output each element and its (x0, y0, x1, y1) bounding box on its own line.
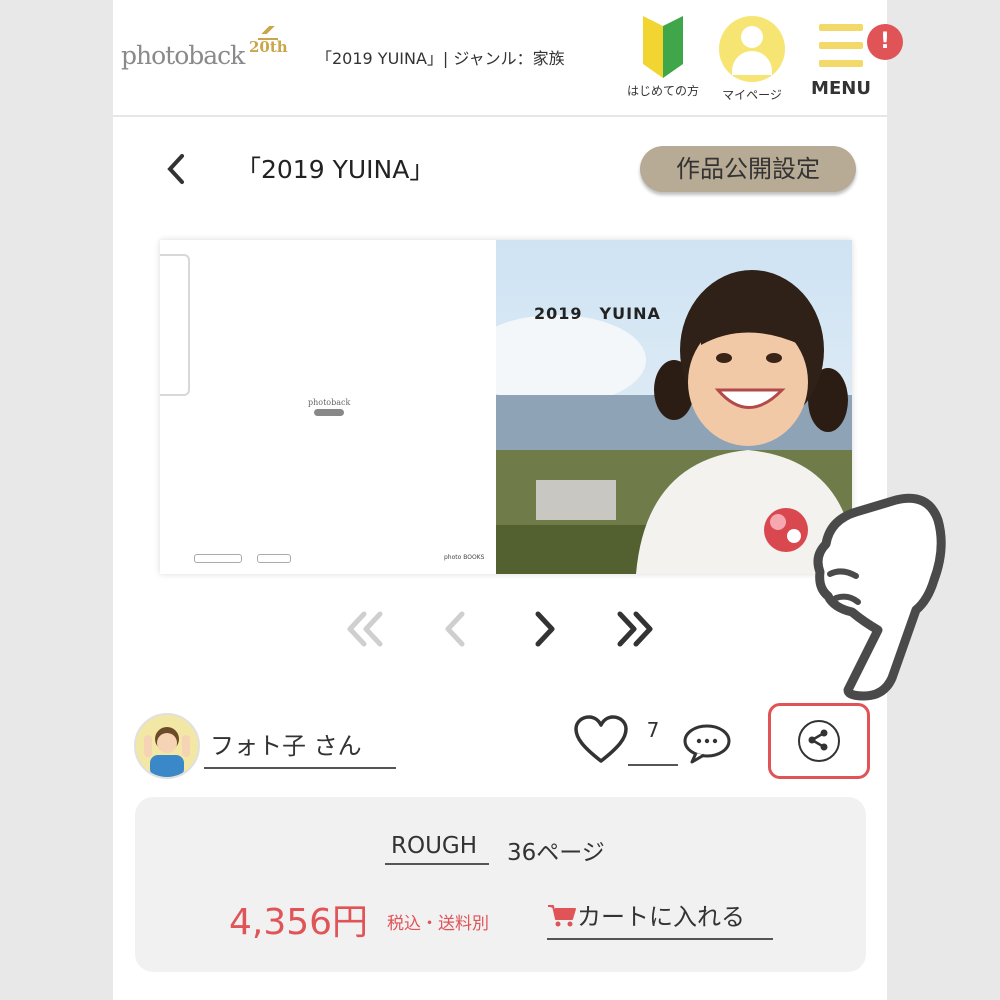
menu-button[interactable]: ! MENU (796, 10, 903, 99)
last-page-button[interactable] (610, 606, 660, 652)
back-cover-logo: photoback (308, 398, 350, 416)
user-avatar[interactable] (134, 713, 200, 779)
cover-title: 2019 YUINA (534, 304, 661, 323)
chevron-left-icon (445, 611, 465, 647)
back-cover-text: photo BOOKS (444, 554, 485, 561)
cart-icon (548, 905, 576, 927)
cart-label: カートに入れる (577, 903, 745, 931)
anniversary-text: 20th (248, 38, 288, 56)
photobook-preview[interactable]: photoback photo BOOKS 2019 YUINA (160, 240, 852, 574)
mypage-label: マイページ (722, 88, 782, 102)
share-icon (798, 720, 840, 762)
pointing-hand-icon (800, 490, 950, 710)
hamburger-icon: ! (819, 24, 903, 68)
user-icon (719, 16, 785, 82)
beginner-mark-icon (641, 16, 685, 78)
next-page-button[interactable] (520, 606, 570, 652)
page-title: 「2019 YUINA」 (236, 155, 435, 184)
user-name-link[interactable]: フォト子 さん (204, 726, 396, 769)
photoback-logo[interactable]: photoback 20th (121, 26, 288, 70)
visibility-settings-button[interactable]: 作品公開設定 (640, 146, 856, 192)
page-count: 36ページ (507, 840, 605, 866)
double-chevron-right-icon (617, 611, 653, 647)
add-to-cart-button[interactable]: カートに入れる (547, 897, 773, 940)
like-count: 7 (628, 718, 678, 766)
back-button[interactable] (160, 150, 194, 188)
product-card: ROUGH 36ページ 4,356円 税込・送料別 カートに入れる (135, 797, 866, 972)
barcode-slot (194, 554, 242, 563)
girl-photo (496, 240, 852, 574)
page-tab (160, 254, 190, 396)
beginner-label: はじめての方 (626, 84, 699, 98)
beginner-link[interactable]: はじめての方 (618, 16, 708, 99)
menu-label: MENU (811, 78, 871, 99)
notification-badge: ! (867, 24, 903, 60)
price: 4,356円 (229, 902, 369, 943)
mypage-link[interactable]: マイページ (710, 16, 794, 103)
share-button[interactable] (768, 703, 870, 779)
header-title: 「2019 YUINA」| ジャンル：家族 (316, 49, 565, 68)
like-button[interactable] (573, 714, 629, 766)
back-cover: photoback photo BOOKS (160, 240, 496, 574)
heart-icon (574, 715, 628, 763)
front-cover-photo: 2019 YUINA (496, 240, 852, 574)
comment-bubble-icon (683, 724, 731, 764)
first-page-button[interactable] (340, 606, 390, 652)
product-type-link[interactable]: ROUGH (385, 833, 490, 865)
comment-button[interactable] (682, 722, 732, 764)
anniversary-badge: 20th (248, 26, 288, 64)
previous-page-button[interactable] (430, 606, 480, 652)
double-chevron-left-icon (347, 611, 383, 647)
site-header: photoback 20th 「2019 YUINA」| ジャンル：家族 はじめ… (113, 0, 903, 117)
tax-note: 税込・送料別 (387, 914, 489, 934)
logo-text: photoback (121, 41, 245, 70)
chevron-left-icon (167, 154, 184, 184)
chevron-right-icon (535, 611, 555, 647)
code-slot (257, 554, 291, 563)
